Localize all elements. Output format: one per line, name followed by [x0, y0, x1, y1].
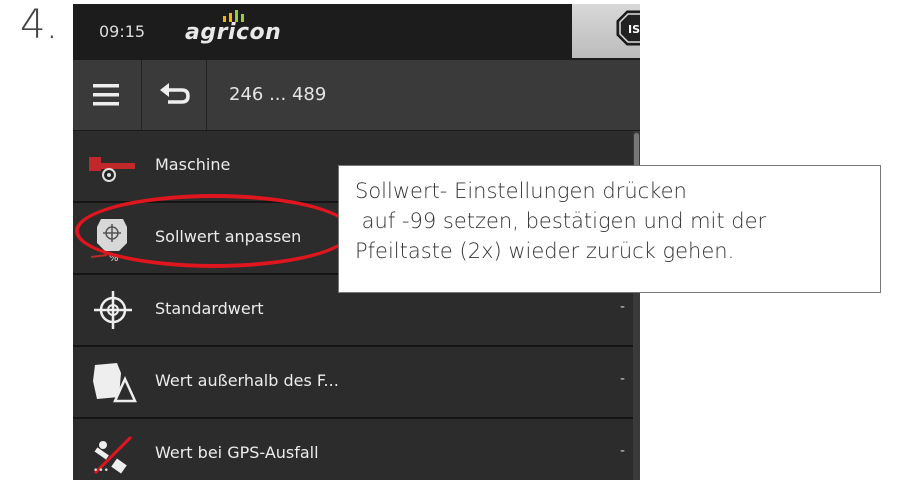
callout-line-3: Pfeiltaste (2x) wieder zurück gehen. — [355, 239, 735, 263]
iso-label: IS — [628, 23, 640, 36]
back-button[interactable] — [142, 60, 207, 130]
list-item-label: Wert bei GPS-Ausfall — [155, 443, 319, 462]
highlight-ellipse — [75, 194, 353, 268]
callout-line-1: Sollwert- Einstellungen drücken — [355, 179, 687, 203]
menu-button[interactable] — [73, 60, 142, 130]
back-arrow-icon — [160, 83, 190, 104]
list-item-label: Wert außerhalb des F... — [155, 371, 339, 390]
instruction-callout: Sollwert- Einstellungen drücken auf -99 … — [338, 165, 881, 293]
step-number: 4. — [20, 2, 59, 48]
hamburger-icon — [93, 84, 119, 106]
callout-line-2: auf -99 setzen, bestätigen und mit der — [355, 209, 767, 233]
iso-button[interactable]: IS — [572, 4, 640, 58]
clock: 09:15 — [99, 22, 146, 41]
field-outside-icon — [93, 363, 137, 403]
status-bar: 09:15 agricon IS — [73, 4, 640, 60]
toolbar: 246 ... 489 — [73, 60, 640, 131]
list-item-value: - — [620, 371, 626, 387]
list-item-value: - — [620, 299, 626, 315]
brand-logo: agricon — [185, 20, 282, 45]
crosshair-icon — [94, 291, 132, 329]
machine-icon — [89, 157, 135, 182]
iso-octagon-icon: IS — [616, 10, 640, 46]
list-item-label: Standardwert — [155, 299, 264, 318]
list-item-value: - — [620, 443, 626, 459]
list-item-wert-ausserhalb[interactable]: Wert außerhalb des F... - — [73, 347, 633, 419]
list-item-gps-ausfall[interactable]: ••• Wert bei GPS-Ausfall - — [73, 419, 633, 480]
list-item-label: Maschine — [155, 155, 231, 174]
range-text: 246 ... 489 — [229, 84, 327, 105]
svg-text:•••: ••• — [93, 466, 109, 476]
gps-off-icon: ••• — [93, 435, 133, 476]
